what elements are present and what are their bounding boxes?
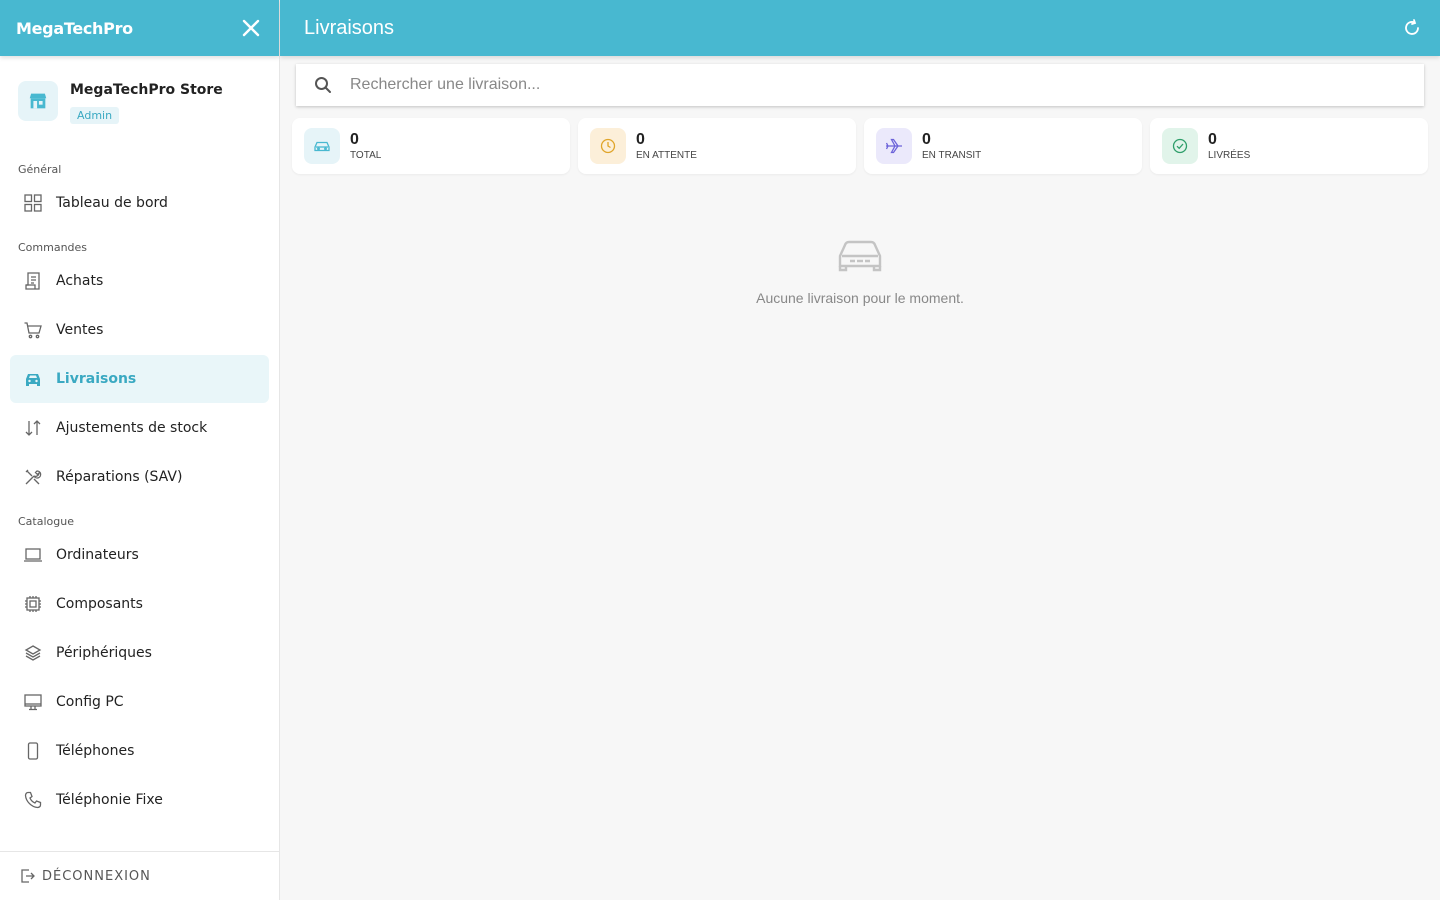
sidebar-item-label: Périphériques	[56, 645, 152, 661]
sidebar-item-label: Ventes	[56, 322, 104, 338]
sidebar-header: MegaTechPro	[0, 0, 279, 56]
sidebar-item-label: Tableau de bord	[56, 195, 168, 211]
logout-icon	[21, 869, 35, 883]
landline-icon	[24, 791, 42, 809]
sidebar-item-label: Composants	[56, 596, 143, 612]
sidebar-item-purchases[interactable]: Achats	[10, 257, 269, 305]
sidebar-item-deliveries[interactable]: Livraisons	[10, 355, 269, 403]
sidebar-item-stock-adjustments[interactable]: Ajustements de stock	[10, 404, 269, 452]
refresh-icon	[1405, 19, 1419, 35]
stat-icon-transit	[876, 128, 912, 164]
sidebar-item-label: Livraisons	[56, 371, 137, 387]
close-icon	[242, 19, 260, 37]
sidebar-item-label: Config PC	[56, 694, 124, 710]
car-icon	[26, 374, 40, 386]
page-title: Livraisons	[304, 16, 395, 39]
sidebar-item-repairs[interactable]: Réparations (SAV)	[10, 453, 269, 501]
top-bar: Livraisons	[280, 0, 1440, 56]
main-content: Livraisons 0 TOTAL 0 EN ATTENTE	[280, 0, 1440, 900]
monitor-icon	[24, 694, 42, 711]
stat-icon-delivered	[1162, 128, 1198, 164]
sidebar-item-config-pc[interactable]: Config PC	[10, 678, 269, 726]
empty-message: Aucune livraison pour le moment.	[756, 290, 964, 306]
tools-icon	[25, 469, 42, 485]
arrows-updown-icon	[25, 420, 41, 436]
stat-value-delivered: 0	[1208, 131, 1217, 148]
sidebar-item-computers[interactable]: Ordinateurs	[10, 531, 269, 579]
stat-value-transit: 0	[922, 131, 931, 148]
stat-card-total: 0 TOTAL	[292, 118, 570, 174]
role-badge: Admin	[70, 107, 120, 124]
stat-card-delivered: 0 LIVRÉES	[1150, 118, 1428, 174]
sidebar-item-sales[interactable]: Ventes	[10, 306, 269, 354]
sidebar-item-dashboard[interactable]: Tableau de bord	[10, 179, 269, 227]
section-label-orders: Commandes	[18, 241, 88, 254]
stat-card-transit: 0 EN TRANSIT	[864, 118, 1142, 174]
sidebar-item-landline[interactable]: Téléphonie Fixe	[10, 776, 269, 824]
airplane-icon	[885, 138, 902, 154]
store-name: MegaTechPro Store	[70, 82, 223, 98]
laptop-icon	[24, 548, 42, 562]
sidebar-item-label: Ordinateurs	[56, 547, 139, 563]
receipt-icon	[25, 272, 40, 290]
clock-icon	[600, 138, 616, 154]
dashboard-icon	[24, 194, 42, 212]
car-icon	[314, 141, 330, 152]
stat-value-pending: 0	[636, 131, 645, 148]
stat-icon-pending	[590, 128, 626, 164]
car-icon	[838, 240, 882, 272]
sidebar-item-label: Ajustements de stock	[56, 420, 208, 436]
sidebar-item-label: Téléphones	[56, 743, 135, 759]
stat-label-transit: EN TRANSIT	[922, 150, 982, 161]
stat-card-pending: 0 EN ATTENTE	[578, 118, 856, 174]
layers-icon	[24, 645, 42, 661]
sidebar-item-components[interactable]: Composants	[10, 580, 269, 628]
store-avatar	[18, 81, 58, 121]
store-icon	[29, 93, 47, 109]
sidebar-item-peripherals[interactable]: Périphériques	[10, 629, 269, 677]
search-icon	[315, 77, 331, 93]
section-label-general: Général	[18, 163, 62, 176]
logout-button[interactable]: DÉCONNEXION	[0, 851, 279, 900]
sidebar-item-label: Achats	[56, 273, 104, 289]
phone-icon	[27, 742, 39, 760]
section-label-catalog: Catalogue	[18, 515, 74, 528]
logout-label: DÉCONNEXION	[42, 868, 151, 884]
stat-icon-total	[304, 128, 340, 164]
check-circle-icon	[1172, 138, 1188, 154]
sidebar-item-label: Téléphonie Fixe	[56, 792, 163, 808]
refresh-button[interactable]	[1398, 14, 1426, 42]
store-card: MegaTechPro Store Admin	[0, 56, 279, 150]
stat-label-pending: EN ATTENTE	[636, 150, 697, 161]
stat-label-total: TOTAL	[350, 150, 382, 161]
cart-icon	[24, 322, 42, 339]
sidebar: MegaTechPro MegaTechPro Store Admin Géné…	[0, 0, 280, 900]
sidebar-item-phones[interactable]: Téléphones	[10, 727, 269, 775]
empty-state: Aucune livraison pour le moment.	[280, 236, 1440, 306]
close-sidebar-button[interactable]	[239, 16, 263, 40]
sidebar-item-label: Réparations (SAV)	[56, 469, 183, 485]
brand-name: MegaTechPro	[16, 18, 133, 38]
search-bar	[296, 64, 1424, 106]
chip-icon	[25, 596, 41, 612]
stat-value-total: 0	[350, 131, 359, 148]
search-input[interactable]	[350, 76, 1350, 94]
stats-row: 0 TOTAL 0 EN ATTENTE 0 EN TRANSIT 0 LIVR…	[292, 118, 1428, 174]
stat-label-delivered: LIVRÉES	[1208, 150, 1251, 161]
